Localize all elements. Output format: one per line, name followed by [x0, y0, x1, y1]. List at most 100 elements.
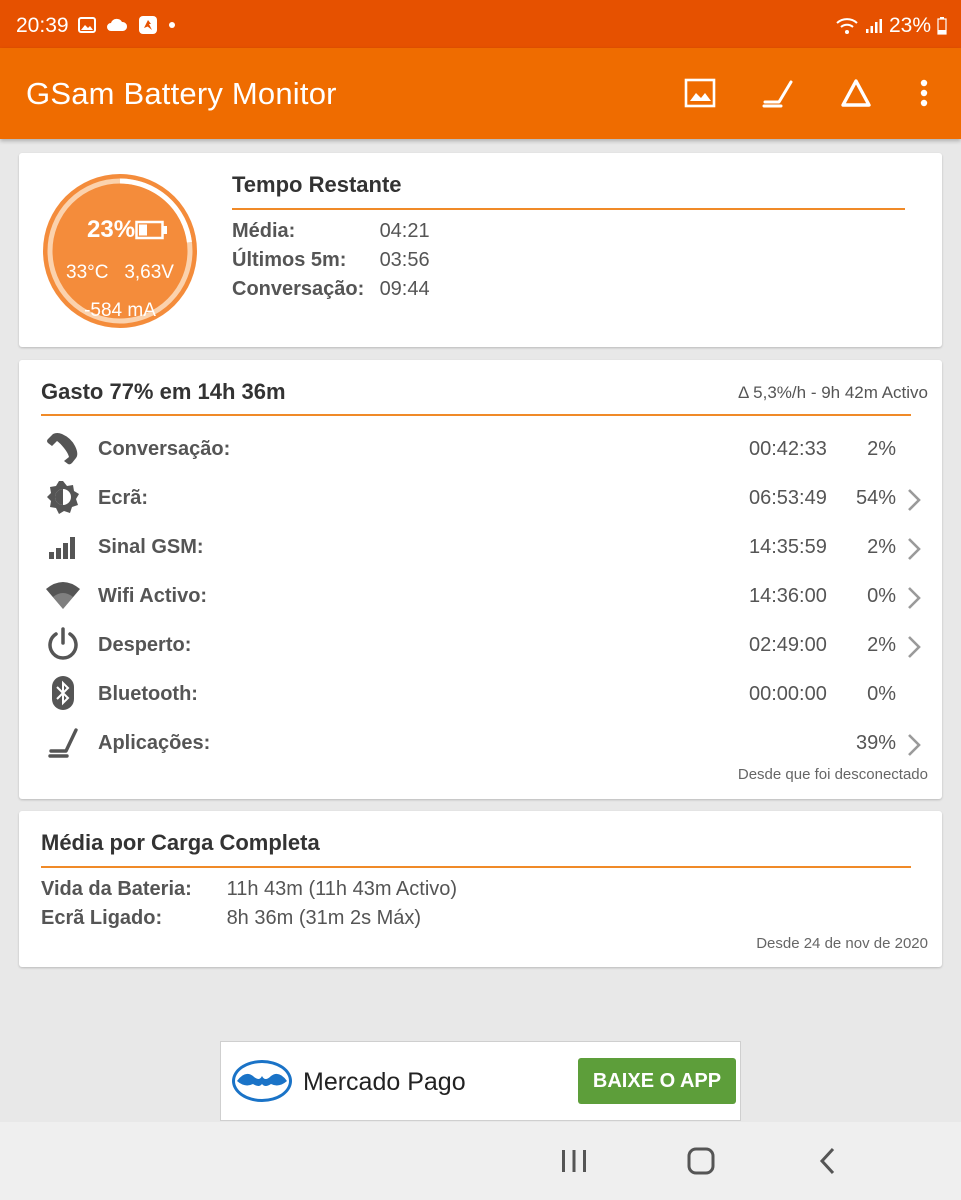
image-button[interactable]	[682, 75, 718, 111]
temperature-text: 33°C	[66, 262, 109, 283]
time-remaining-title: Tempo Restante	[232, 172, 402, 197]
time-remaining-label: Últimos 5m:	[232, 249, 347, 271]
usage-row-call: Conversação: 00:42:33 2%	[19, 422, 942, 471]
usage-row-time: 02:49:00	[749, 634, 827, 656]
recent-apps-button[interactable]	[557, 1144, 591, 1178]
image-icon	[684, 78, 716, 108]
temp-voltage: 33°C 3,63V	[39, 262, 201, 284]
full-charge-divider	[41, 866, 911, 868]
usage-title: Gasto 77% em 14h 36m	[41, 379, 286, 404]
app-title: GSam Battery Monitor	[26, 76, 337, 111]
battery-percent-text: 23%	[888, 14, 931, 37]
full-charge-value: 11h 43m (11h 43m Activo)	[226, 878, 458, 900]
battery-level-text: 23%	[87, 216, 136, 243]
back-button[interactable]	[811, 1144, 845, 1178]
usage-row-time: 14:35:59	[749, 536, 827, 558]
cloud-notification-icon	[107, 18, 128, 31]
usage-row-label: Desperto:	[98, 634, 192, 656]
usage-divider	[41, 414, 911, 416]
full-charge-value: 8h 36m (31m 2s Máx)	[226, 907, 422, 929]
wifi-icon	[46, 582, 80, 609]
delta-icon	[841, 79, 871, 107]
usage-row-screen[interactable]: Ecrã: 06:53:49 54%	[19, 471, 942, 520]
home-button[interactable]	[684, 1144, 718, 1178]
full-charge-title: Média por Carga Completa	[41, 830, 320, 855]
usage-row-percent: 0%	[867, 585, 896, 607]
usage-row-awake[interactable]: Desperto: 02:49:00 2%	[19, 618, 942, 667]
usage-row-time: 00:00:00	[749, 683, 827, 705]
full-charge-row: Vida da Bateria: 11h 43m (11h 43m Activo…	[41, 878, 457, 901]
chevron-right-icon	[908, 538, 921, 560]
voltage-text: 3,63V	[124, 262, 174, 283]
usage-row-label: Sinal GSM:	[98, 536, 204, 558]
time-remaining-value: 04:21	[379, 220, 430, 242]
usage-row-time: 06:53:49	[749, 487, 827, 509]
chevron-right-icon	[908, 734, 921, 756]
gallery-notification-icon	[78, 17, 96, 33]
full-charge-card: Média por Carga Completa Vida da Bateria…	[19, 811, 942, 967]
usage-row-percent: 2%	[867, 438, 896, 460]
overflow-menu-button[interactable]	[906, 75, 942, 111]
usage-row-signal[interactable]: Sinal GSM: 14:35:59 2%	[19, 520, 942, 569]
time-remaining-row: Conversação: 09:44	[232, 278, 430, 301]
status-right: 23%	[835, 14, 947, 38]
time-remaining-label: Conversação:	[232, 278, 365, 300]
time-remaining-label: Média:	[232, 220, 296, 242]
battery-gauge[interactable]: 23% 33°C 3,63V -584 mA	[39, 170, 201, 332]
usage-row-label: Aplicações:	[98, 732, 211, 754]
more-vert-icon	[920, 79, 928, 107]
usage-footnote: Desde que foi desconectado	[737, 766, 928, 783]
current-text: -584 mA	[84, 300, 156, 321]
app-usage-icon	[762, 80, 793, 108]
battery-status-icon	[937, 17, 947, 35]
full-charge-row: Ecrã Ligado: 8h 36m (31m 2s Máx)	[41, 907, 421, 930]
usage-row-label: Wifi Activo:	[98, 585, 208, 607]
full-charge-label: Ecrã Ligado:	[41, 907, 163, 929]
full-charge-label: Vida da Bateria:	[41, 878, 192, 900]
battery-icon	[135, 220, 167, 240]
chevron-right-icon	[908, 489, 921, 511]
ad-install-button[interactable]: BAIXE O APP	[578, 1058, 736, 1104]
app-usage-button[interactable]	[760, 75, 796, 111]
notification-icons	[78, 15, 176, 35]
usage-row-label: Bluetooth:	[98, 683, 198, 705]
usage-row-wifi[interactable]: Wifi Activo: 14:36:00 0%	[19, 569, 942, 618]
chevron-right-icon	[908, 587, 921, 609]
usage-row-percent: 2%	[867, 634, 896, 656]
bluetooth-icon	[52, 676, 74, 710]
usage-row-percent: 0%	[867, 683, 896, 705]
usage-row-label: Ecrã:	[98, 487, 149, 509]
power-icon	[48, 627, 78, 660]
status-time: 20:39	[16, 14, 69, 37]
full-charge-footnote: Desde 24 de nov de 2020	[756, 935, 928, 952]
usage-rate: Δ 5,3%/h - 9h 42m Activo	[738, 383, 928, 402]
time-remaining-row: Média: 04:21	[232, 220, 430, 243]
signal-bars-icon	[49, 537, 75, 559]
usage-row-percent: 39%	[855, 732, 896, 754]
apps-icon	[48, 728, 78, 758]
wifi-status-icon	[836, 18, 858, 34]
brightness-icon	[47, 481, 79, 514]
ad-banner[interactable]: Mercado Pago BAIXE O APP	[220, 1041, 741, 1121]
usage-row-time: 00:42:33	[749, 438, 827, 460]
time-remaining-value: 03:56	[379, 249, 430, 271]
phone-icon	[47, 433, 78, 465]
status-bar: 20:39 23%	[0, 0, 961, 48]
battery-status-card: 23% 33°C 3,63V -584 mA Tempo Restante Mé…	[19, 153, 942, 347]
usage-card: Gasto 77% em 14h 36m Δ 5,3%/h - 9h 42m A…	[19, 360, 942, 799]
usage-row-apps[interactable]: Aplicações: 39%	[19, 716, 942, 765]
signal-status-icon	[865, 19, 882, 33]
usage-row-percent: 54%	[855, 487, 896, 509]
chevron-right-icon	[908, 636, 921, 658]
usage-row-time: 14:36:00	[749, 585, 827, 607]
app-bar: GSam Battery Monitor	[0, 48, 961, 139]
system-nav-bar	[0, 1122, 961, 1200]
delta-button[interactable]	[838, 75, 874, 111]
ad-name: Mercado Pago	[303, 1068, 466, 1096]
mercado-pago-logo	[232, 1060, 292, 1102]
time-remaining-row: Últimos 5m: 03:56	[232, 249, 430, 272]
app-notification-icon	[139, 16, 157, 34]
dot-notification-icon	[169, 22, 175, 28]
usage-row-label: Conversação:	[98, 438, 231, 460]
time-remaining-value: 09:44	[379, 278, 430, 300]
